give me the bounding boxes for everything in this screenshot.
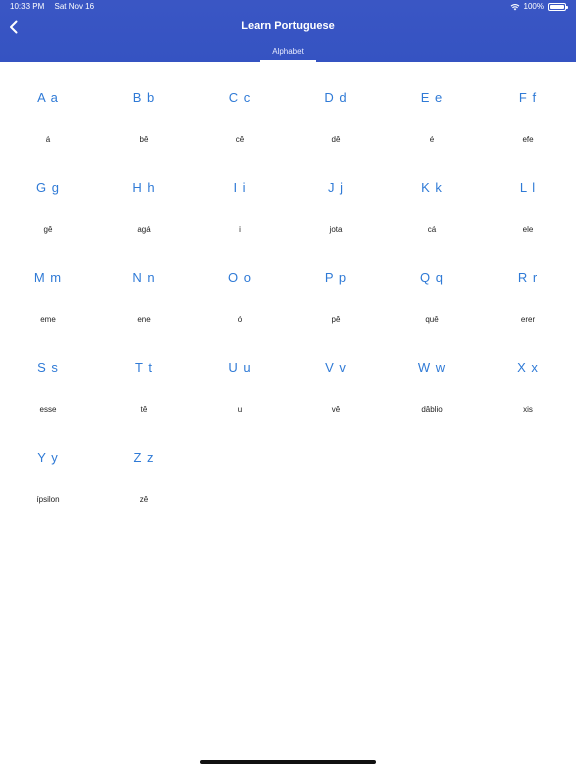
letter-name: vê	[331, 405, 341, 414]
letter-glyph: B b	[132, 90, 156, 105]
letter-glyph: V v	[325, 360, 347, 375]
letter-cell[interactable]: Y y ípsilon	[0, 422, 96, 512]
letter-cell[interactable]: S s esse	[0, 332, 96, 422]
letter-glyph: U u	[228, 360, 252, 375]
letter-cell[interactable]: P p pê	[288, 242, 384, 332]
status-bar: 10:33 PM Sat Nov 16 100%	[0, 0, 576, 14]
letter-name: é	[429, 135, 435, 144]
alphabet-grid: A a á B b bê C c cê D d dê E e é F f efe G g gê H h agá…	[0, 62, 576, 512]
letter-cell[interactable]: Q q quê	[384, 242, 480, 332]
letter-name: á	[45, 135, 51, 144]
letter-glyph: X x	[517, 360, 539, 375]
letter-glyph: L l	[519, 180, 537, 195]
letter-cell[interactable]: A a á	[0, 62, 96, 152]
letter-glyph: Z z	[133, 450, 155, 465]
letter-cell[interactable]: G g gê	[0, 152, 96, 242]
home-indicator[interactable]	[200, 760, 376, 764]
letter-name: efe	[522, 135, 534, 144]
letter-glyph: J j	[328, 180, 344, 195]
status-right: 100%	[510, 0, 568, 14]
letter-name: ípsilon	[36, 495, 60, 504]
letter-glyph: K k	[421, 180, 443, 195]
letter-glyph: W w	[417, 360, 447, 375]
letter-name: xis	[523, 405, 533, 414]
letter-name: pê	[331, 315, 341, 324]
letter-glyph: O o	[228, 270, 252, 285]
letter-name: u	[237, 405, 243, 414]
letter-cell[interactable]: I i i	[192, 152, 288, 242]
letter-cell[interactable]: N n ene	[96, 242, 192, 332]
letter-cell[interactable]: D d dê	[288, 62, 384, 152]
letter-glyph: T t	[135, 360, 153, 375]
letter-name: gê	[43, 225, 53, 234]
letter-name: bê	[139, 135, 149, 144]
letter-name: dê	[331, 135, 341, 144]
letter-cell[interactable]: V v vê	[288, 332, 384, 422]
letter-glyph: A a	[37, 90, 59, 105]
letter-cell[interactable]: R r erer	[480, 242, 576, 332]
letter-name: ene	[137, 315, 151, 324]
letter-cell[interactable]: O o ó	[192, 242, 288, 332]
battery-fill	[550, 5, 564, 9]
letter-glyph: Q q	[420, 270, 444, 285]
letter-glyph: C c	[228, 90, 252, 105]
letter-glyph: R r	[517, 270, 539, 285]
letter-cell[interactable]: J j jota	[288, 152, 384, 242]
letter-name: quê	[425, 315, 439, 324]
tab-alphabet-label: Alphabet	[272, 47, 304, 56]
letter-cell[interactable]: L l ele	[480, 152, 576, 242]
page-title: Learn Portuguese	[241, 20, 335, 32]
letter-cell[interactable]: T t tê	[96, 332, 192, 422]
letter-name: cá	[427, 225, 437, 234]
letter-cell[interactable]: C c cê	[192, 62, 288, 152]
letter-cell[interactable]: K k cá	[384, 152, 480, 242]
header-bar: 10:33 PM Sat Nov 16 100% Learn Portugues…	[0, 0, 576, 62]
letter-name: erer	[520, 315, 536, 324]
letter-cell[interactable]: X x xis	[480, 332, 576, 422]
letter-glyph: N n	[132, 270, 156, 285]
battery-percent: 100%	[523, 2, 544, 11]
wifi-icon	[510, 3, 520, 11]
letter-name: dâblio	[421, 405, 443, 414]
letter-name: cê	[235, 135, 245, 144]
letter-name: tê	[140, 405, 148, 414]
letter-name: zê	[139, 495, 149, 504]
letter-glyph: Y y	[37, 450, 59, 465]
status-left: 10:33 PM Sat Nov 16	[10, 0, 102, 14]
letter-name: esse	[39, 405, 57, 414]
letter-glyph: P p	[324, 270, 348, 285]
status-time: 10:33 PM	[10, 2, 45, 11]
letter-cell[interactable]: B b bê	[96, 62, 192, 152]
letter-glyph: S s	[37, 360, 59, 375]
letter-glyph: D d	[324, 90, 348, 105]
letter-name: ó	[237, 315, 243, 324]
letter-cell[interactable]: M m eme	[0, 242, 96, 332]
status-date: Sat Nov 16	[54, 2, 95, 11]
letter-cell[interactable]: Z z zê	[96, 422, 192, 512]
letter-cell[interactable]: W w dâblio	[384, 332, 480, 422]
letter-cell[interactable]: E e é	[384, 62, 480, 152]
tab-alphabet[interactable]: Alphabet	[260, 45, 316, 62]
letter-glyph: G g	[36, 180, 60, 195]
letter-glyph: H h	[132, 180, 156, 195]
letter-name: eme	[40, 315, 56, 324]
letter-glyph: I i	[233, 180, 247, 195]
letter-glyph: F f	[518, 90, 538, 105]
letter-glyph: M m	[33, 270, 63, 285]
letter-name: jota	[329, 225, 343, 234]
letter-name: i	[239, 225, 241, 234]
letter-cell[interactable]: U u u	[192, 332, 288, 422]
letter-glyph: E e	[420, 90, 444, 105]
letter-cell[interactable]: H h agá	[96, 152, 192, 242]
letter-name: agá	[137, 225, 151, 234]
letter-cell[interactable]: F f efe	[480, 62, 576, 152]
battery-icon	[548, 3, 568, 11]
letter-name: ele	[522, 225, 534, 234]
